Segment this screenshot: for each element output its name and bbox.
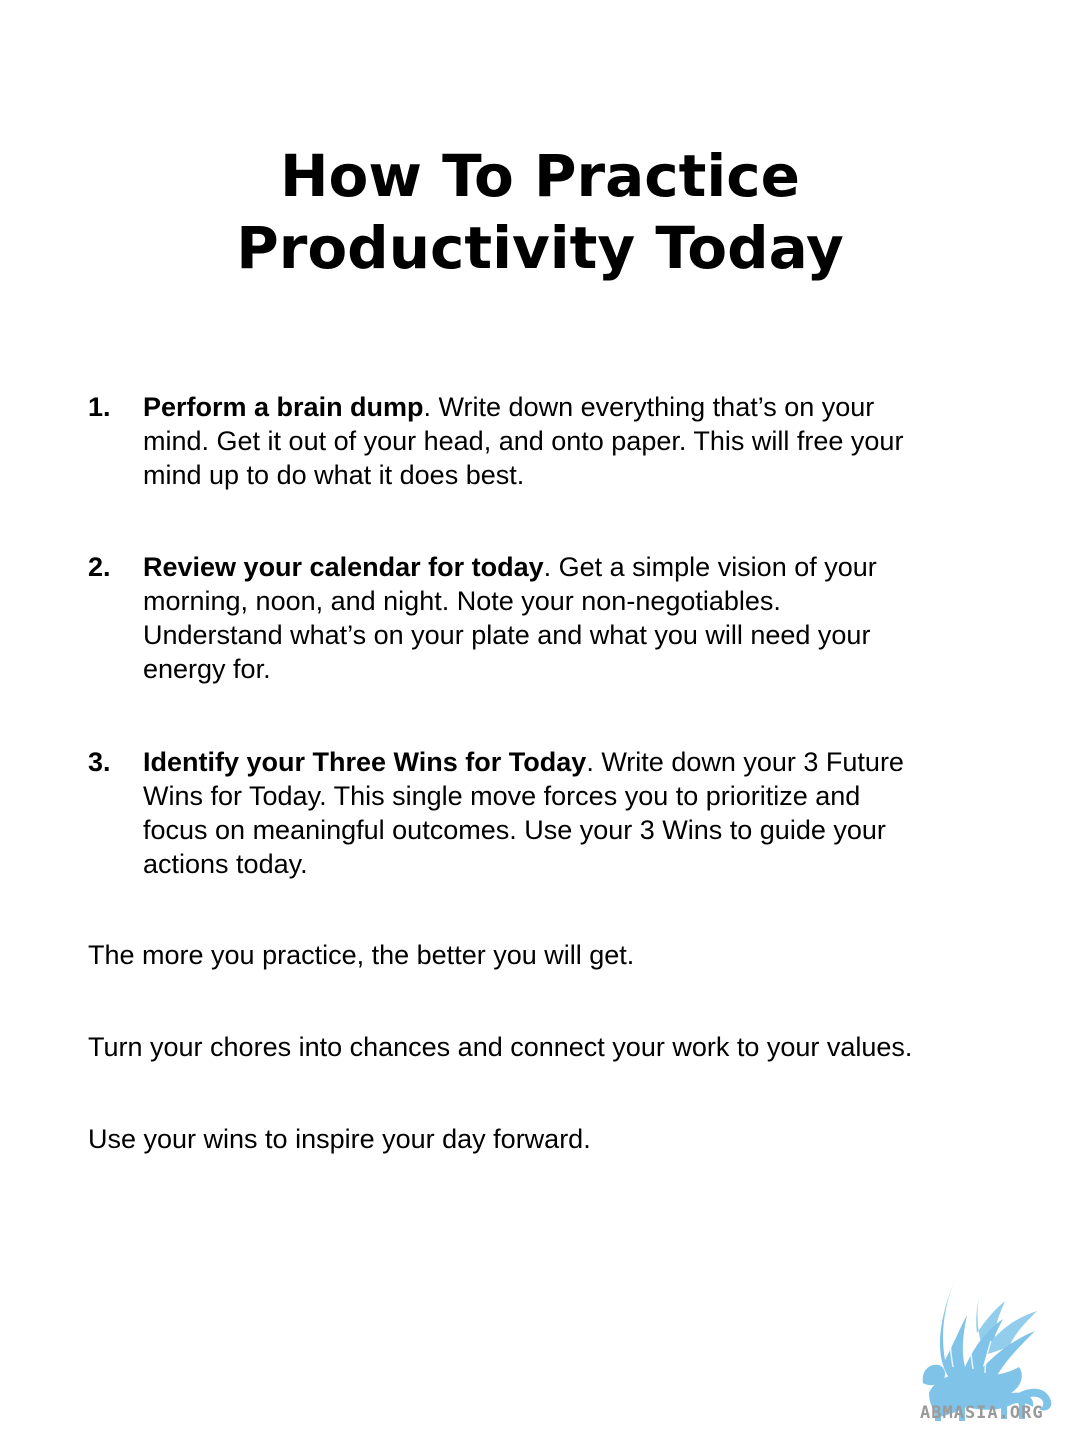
step-line: Review your calendar for today. Get a si…	[143, 550, 877, 584]
logo-text: ABMASIA.ORG	[920, 1403, 1044, 1423]
step-line: actions today.	[143, 849, 308, 879]
step-text: Perform a brain dump. Write down everyth…	[143, 390, 903, 492]
title-line-1: How To Practice	[279, 142, 801, 210]
step-number: 3.	[88, 747, 111, 777]
title-line-2: Productivity Today	[236, 214, 844, 282]
list-item: 1. Perform a brain dump. Write down ever…	[88, 390, 903, 492]
step-text: Identify your Three Wins for Today. Writ…	[143, 745, 904, 881]
step-line-text: . Write down your 3 Future	[586, 747, 904, 777]
list-item: 3. Identify your Three Wins for Today. W…	[88, 745, 904, 881]
step-line: morning, noon, and night. Note your non-…	[143, 586, 781, 616]
closing-line-2: Turn your chores into chances and connec…	[88, 1032, 913, 1062]
step-line: Perform a brain dump. Write down everyth…	[143, 390, 903, 424]
step-number: 2.	[88, 552, 111, 582]
list-item: 2. Review your calendar for today. Get a…	[88, 550, 877, 686]
step-line: focus on meaningful outcomes. Use your 3…	[143, 815, 886, 845]
step-line: energy for.	[143, 654, 271, 684]
step-line: mind up to do what it does best.	[143, 460, 525, 490]
step-lead: Perform a brain dump	[143, 392, 424, 422]
step-lead: Identify your Three Wins for Today	[143, 747, 587, 777]
step-line-text: . Get a simple vision of your	[543, 552, 877, 582]
step-line: Wins for Today. This single move forces …	[143, 781, 861, 811]
step-text: Review your calendar for today. Get a si…	[143, 550, 877, 686]
step-number: 1.	[88, 392, 111, 422]
step-line: mind. Get it out of your head, and onto …	[143, 426, 904, 456]
step-lead: Review your calendar for today	[143, 552, 544, 582]
step-line: Understand what’s on your plate and what…	[143, 620, 871, 650]
closing-line-1: The more you practice, the better you wi…	[88, 940, 635, 970]
step-line: Identify your Three Wins for Today. Writ…	[143, 745, 904, 779]
page-title: How To Practice Productivity Today	[0, 140, 1080, 284]
closing-line-3: Use your wins to inspire your day forwar…	[88, 1124, 591, 1154]
step-line-text: . Write down everything that’s on your	[423, 392, 875, 422]
